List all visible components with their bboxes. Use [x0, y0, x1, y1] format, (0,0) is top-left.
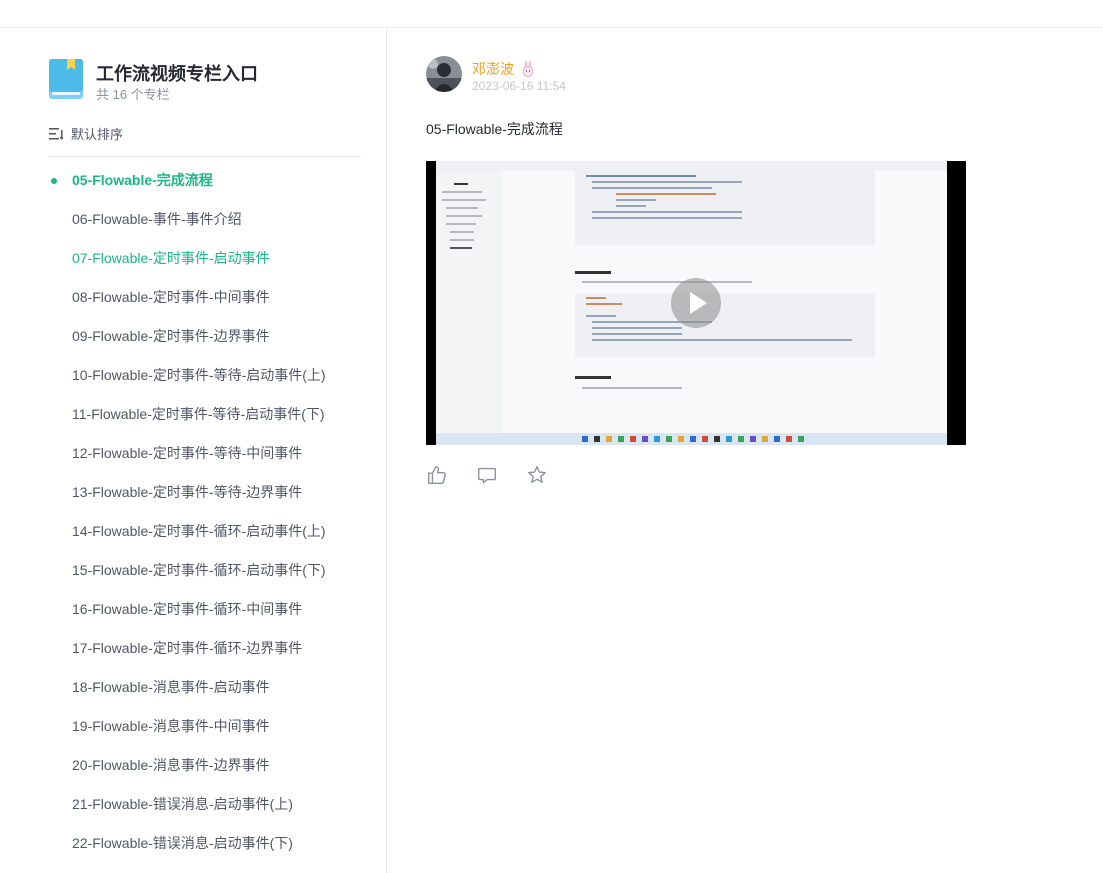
article-list-item[interactable]: 20-Flowable-消息事件-边界事件 [0, 746, 386, 785]
article-list-item[interactable]: 14-Flowable-定时事件-循环-启动事件(上) [0, 512, 386, 551]
article-list-item[interactable]: 10-Flowable-定时事件-等待-启动事件(上) [0, 356, 386, 395]
article-list-item[interactable]: 13-Flowable-定时事件-等待-边界事件 [0, 473, 386, 512]
article-list-item[interactable]: 11-Flowable-定时事件-等待-启动事件(下) [0, 395, 386, 434]
article-label: 10-Flowable-定时事件-等待-启动事件(上) [72, 367, 326, 383]
article-list-item[interactable]: 17-Flowable-定时事件-循环-边界事件 [0, 629, 386, 668]
article-label: 09-Flowable-定时事件-边界事件 [72, 328, 270, 344]
avatar[interactable] [426, 56, 462, 92]
article-label: 20-Flowable-消息事件-边界事件 [72, 757, 270, 773]
article-list-item[interactable]: 21-Flowable-错误消息-启动事件(上) [0, 785, 386, 824]
article-list-item[interactable]: 18-Flowable-消息事件-启动事件 [0, 668, 386, 707]
top-bar [0, 0, 1103, 28]
article-list-item[interactable]: 16-Flowable-定时事件-循环-中间事件 [0, 590, 386, 629]
article-list-item[interactable]: 22-Flowable-错误消息-启动事件(下) [0, 824, 386, 863]
column-sidebar: 工作流视频专栏入口 共 16 个专栏 默认排序 05-Flowable-完成流程… [0, 28, 387, 873]
article-label: 13-Flowable-定时事件-等待-边界事件 [72, 484, 303, 500]
article-label: 16-Flowable-定时事件-循环-中间事件 [72, 601, 303, 617]
article-list-item[interactable]: 06-Flowable-事件-事件介绍 [0, 200, 386, 239]
article-label: 05-Flowable-完成流程 [72, 172, 213, 188]
article-list-item[interactable]: 09-Flowable-定时事件-边界事件 [0, 317, 386, 356]
article-list-item[interactable]: 19-Flowable-消息事件-中间事件 [0, 707, 386, 746]
avatar-image [426, 56, 462, 92]
article-label: 14-Flowable-定时事件-循环-启动事件(上) [72, 523, 326, 539]
like-icon[interactable] [426, 464, 448, 486]
divider [49, 156, 361, 157]
article-list: 05-Flowable-完成流程 06-Flowable-事件-事件介绍 07-Fl… [0, 161, 386, 863]
article-list-item[interactable]: 15-Flowable-定时事件-循环-启动事件(下) [0, 551, 386, 590]
post-title: 05-Flowable-完成流程 [426, 121, 563, 137]
article-list-item[interactable]: 05-Flowable-完成流程 [0, 161, 386, 200]
article-label: 17-Flowable-定时事件-循环-边界事件 [72, 640, 303, 656]
author-name: 邓澎波 [472, 61, 514, 77]
play-icon[interactable] [671, 278, 721, 328]
column-count: 共 16 个专栏 [96, 87, 170, 102]
article-label: 19-Flowable-消息事件-中间事件 [72, 718, 270, 734]
article-label: 18-Flowable-消息事件-启动事件 [72, 679, 270, 695]
sort-label: 默认排序 [71, 127, 124, 142]
comment-icon[interactable] [476, 464, 498, 486]
article-label: 22-Flowable-错误消息-启动事件(下) [72, 835, 293, 851]
post-actions [426, 464, 548, 486]
video-player[interactable] [426, 161, 966, 445]
sort-button[interactable]: 默认排序 [49, 124, 123, 143]
author-link[interactable]: 邓澎波 [472, 59, 536, 79]
article-label: 06-Flowable-事件-事件介绍 [72, 211, 242, 227]
rabbit-icon [522, 61, 534, 77]
active-dot-icon [51, 178, 57, 184]
article-list-item[interactable]: 07-Flowable-定时事件-启动事件 [0, 239, 386, 278]
article-label: 07-Flowable-定时事件-启动事件 [72, 250, 270, 266]
article-label: 15-Flowable-定时事件-循环-启动事件(下) [72, 562, 326, 578]
star-icon[interactable] [526, 464, 548, 486]
book-icon [49, 59, 83, 99]
article-label: 12-Flowable-定时事件-等待-中间事件 [72, 445, 303, 461]
article-label: 11-Flowable-定时事件-等待-启动事件(下) [72, 406, 325, 422]
article-label: 21-Flowable-错误消息-启动事件(上) [72, 796, 293, 812]
article-label: 08-Flowable-定时事件-中间事件 [72, 289, 270, 305]
article-list-item[interactable]: 08-Flowable-定时事件-中间事件 [0, 278, 386, 317]
sort-icon [49, 127, 63, 140]
post-date: 2023-06-16 11:54 [472, 79, 566, 93]
article-list-item[interactable]: 12-Flowable-定时事件-等待-中间事件 [0, 434, 386, 473]
column-title: 工作流视频专栏入口 [96, 64, 258, 84]
post-main: 邓澎波 2023-06-16 11:54 05-Flowable-完成流程 [387, 28, 1103, 873]
